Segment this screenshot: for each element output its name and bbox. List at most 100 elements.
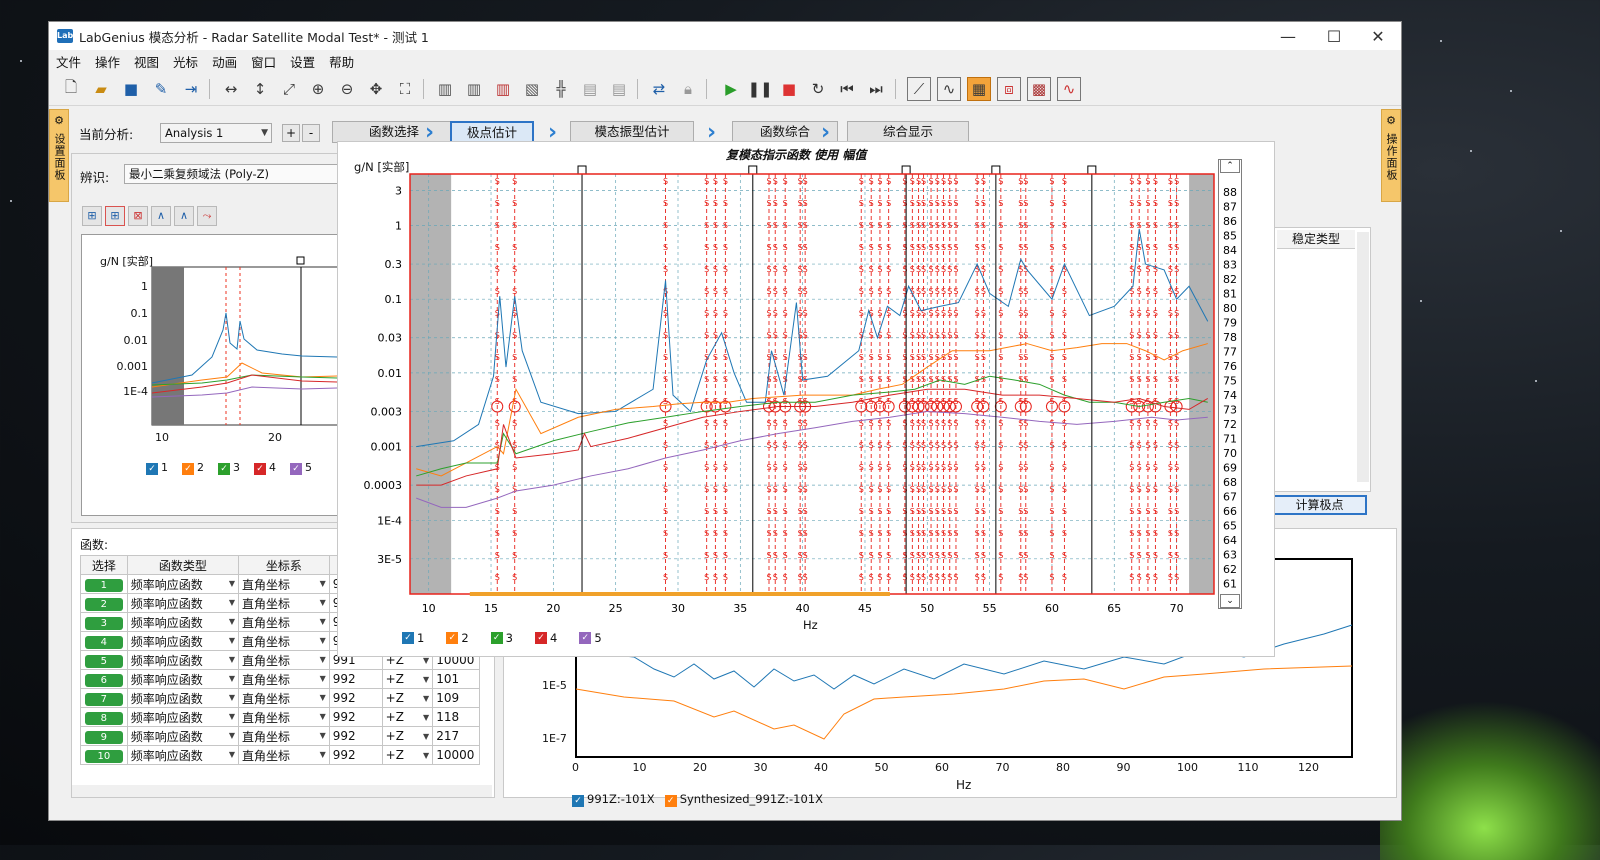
loop-icon[interactable]: ↻ (806, 77, 830, 101)
chart-tool-6-icon[interactable]: ⤳ (197, 206, 217, 226)
grid7-icon[interactable]: ▤ (607, 77, 631, 101)
coordinate-cell[interactable]: 直角坐标 ▼ (238, 688, 330, 708)
row-select-pill[interactable]: 5 (84, 654, 123, 668)
zoom-in-icon[interactable]: ⊕ (306, 77, 330, 101)
row-select-pill[interactable]: 2 (84, 597, 123, 611)
row-select-pill[interactable]: 1 (84, 578, 123, 592)
row-select-pill[interactable]: 6 (84, 673, 123, 687)
next-icon[interactable]: ⏭︎ (864, 77, 888, 101)
pause-icon[interactable]: ❚❚ (747, 77, 772, 101)
function-type-cell[interactable]: 频率响应函数 ▼ (126, 593, 240, 613)
direction-cell[interactable]: +Z ▼ (381, 745, 434, 765)
fit-icon[interactable]: ⛶ (393, 77, 417, 101)
grid4-icon[interactable]: ▧ (520, 77, 544, 101)
coordinate-cell[interactable]: 直角坐标 ▼ (238, 612, 330, 632)
row-select-pill[interactable]: 3 (84, 616, 123, 630)
row-select-cell[interactable]: 4 (80, 631, 128, 651)
horizontal-scrollbar[interactable] (72, 785, 492, 797)
response-node-cell[interactable]: 992 (328, 707, 383, 727)
stop-icon[interactable]: ■ (777, 77, 801, 101)
step-synthesis-display[interactable]: 综合显示 (847, 121, 969, 143)
table-row[interactable]: 9 频率响应函数 ▼ 直角坐标 ▼ 992 +Z ▼ 217 (80, 726, 480, 746)
coordinate-cell[interactable]: 直角坐标 ▼ (238, 650, 330, 670)
response-node-cell[interactable]: 992 (328, 726, 383, 746)
analysis-select[interactable]: Analysis 1 ▼ (160, 123, 272, 143)
coordinate-cell[interactable]: 直角坐标 ▼ (238, 631, 330, 651)
row-select-cell[interactable]: 9 (80, 726, 128, 746)
row-select-pill[interactable]: 9 (84, 730, 123, 744)
table-row[interactable]: 7 频率响应函数 ▼ 直角坐标 ▼ 992 +Z ▼ 109 (80, 688, 480, 708)
row-select-pill[interactable]: 8 (84, 711, 123, 725)
close-button[interactable]: ✕ (1355, 22, 1401, 50)
row-select-pill[interactable]: 4 (84, 635, 123, 649)
count-cell[interactable]: 101 (432, 669, 480, 689)
grid6-icon[interactable]: ▤ (578, 77, 602, 101)
function-type-cell[interactable]: 频率响应函数 ▼ (126, 688, 240, 708)
menu-cursor[interactable]: 光标 (166, 52, 205, 71)
view3-icon[interactable]: ▦ (967, 77, 991, 101)
view1-icon[interactable]: ⟋ (907, 77, 931, 101)
legend-item[interactable]: ✓ 2 (446, 631, 469, 645)
settings-panel-tab[interactable]: ⚙ 设置面板 (49, 109, 69, 202)
menu-window[interactable]: 窗口 (244, 52, 283, 71)
play-icon[interactable]: ▶ (719, 77, 743, 101)
function-type-cell[interactable]: 频率响应函数 ▼ (126, 707, 240, 727)
direction-cell[interactable]: +Z ▼ (381, 669, 434, 689)
row-select-cell[interactable]: 10 (80, 745, 128, 765)
maximize-button[interactable]: ☐ (1311, 22, 1357, 50)
save-icon[interactable]: ■ (119, 77, 143, 101)
lock-icon[interactable]: 🔒︎ (676, 77, 700, 101)
edit-icon[interactable]: ✎ (149, 77, 173, 101)
response-node-cell[interactable]: 992 (328, 745, 383, 765)
chart-tool-4-icon[interactable]: ∧ (151, 206, 171, 226)
minimize-button[interactable]: — (1265, 22, 1311, 50)
identification-method-select[interactable]: 最小二乘复频域法 (Poly-Z) (124, 164, 369, 184)
response-node-cell[interactable]: 992 (328, 669, 383, 689)
chart-tool-5-icon[interactable]: ∧ (174, 206, 194, 226)
row-select-cell[interactable]: 2 (80, 593, 128, 613)
chart-tool-2-icon[interactable]: ⊞ (105, 206, 125, 226)
menu-animation[interactable]: 动画 (205, 52, 244, 71)
open-folder-icon[interactable]: ▰ (89, 77, 113, 101)
row-select-cell[interactable]: 3 (80, 612, 128, 632)
count-cell[interactable]: 10000 (432, 745, 480, 765)
direction-cell[interactable]: +Z ▼ (381, 726, 434, 746)
function-type-cell[interactable]: 频率响应函数 ▼ (126, 650, 240, 670)
menu-settings[interactable]: 设置 (283, 52, 322, 71)
legend-item[interactable]: ✓ 1 (146, 461, 168, 475)
menu-view[interactable]: 视图 (127, 52, 166, 71)
legend-item[interactable]: ✓ 4 (254, 461, 276, 475)
coordinate-cell[interactable]: 直角坐标 ▼ (238, 726, 330, 746)
coordinate-cell[interactable]: 直角坐标 ▼ (238, 707, 330, 727)
zoom-out-icon[interactable]: ⊖ (335, 77, 359, 101)
legend-item[interactable]: ✓ Synthesized_991Z:-101X (664, 792, 823, 807)
coordinate-cell[interactable]: 直角坐标 ▼ (238, 669, 330, 689)
legend-item[interactable]: ✓ 991Z:-101X (572, 792, 655, 807)
legend-item[interactable]: ✓ 5 (290, 461, 312, 475)
column-header[interactable]: 坐标系 (238, 555, 330, 575)
menu-operate[interactable]: 操作 (88, 52, 127, 71)
function-type-cell[interactable]: 频率响应函数 ▼ (126, 574, 240, 594)
compute-poles-button[interactable]: 计算极点 (1272, 495, 1367, 515)
add-analysis-button[interactable]: + (282, 124, 300, 142)
row-select-pill[interactable]: 7 (84, 692, 123, 706)
coordinate-cell[interactable]: 直角坐标 ▼ (238, 574, 330, 594)
operation-panel-tab[interactable]: ⚙ 操作面板 (1381, 109, 1401, 202)
zoom-y-icon[interactable]: ↕ (248, 77, 272, 101)
legend-item[interactable]: ✓ 2 (182, 461, 204, 475)
count-cell[interactable]: 217 (432, 726, 480, 746)
grid1-icon[interactable]: ▥ (433, 77, 457, 101)
step-mode-shape-estimation[interactable]: 模态振型估计 (570, 121, 694, 143)
chart-tool-1-icon[interactable]: ⊞ (82, 206, 102, 226)
export-icon[interactable]: ⇥ (179, 77, 203, 101)
function-type-cell[interactable]: 频率响应函数 ▼ (126, 745, 240, 765)
direction-cell[interactable]: +Z ▼ (381, 688, 434, 708)
legend-item[interactable]: ✓ 4 (534, 631, 557, 645)
view2-icon[interactable]: ∿ (937, 77, 961, 101)
zoom-x-icon[interactable]: ↔ (219, 77, 243, 101)
grid5-icon[interactable]: ╬ (549, 77, 573, 101)
grid2-icon[interactable]: ▥ (462, 77, 486, 101)
menu-help[interactable]: 帮助 (322, 52, 361, 71)
chart-tool-3-icon[interactable]: ⊠ (128, 206, 148, 226)
coordinate-cell[interactable]: 直角坐标 ▼ (238, 745, 330, 765)
